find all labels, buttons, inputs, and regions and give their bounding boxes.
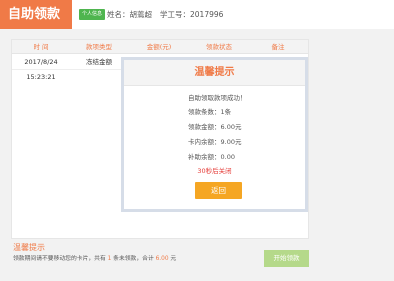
card-balance-line: 卡内余额：9.00元	[188, 138, 242, 146]
return-button[interactable]: 返回	[195, 182, 242, 199]
column-header-time: 时 间	[33, 43, 49, 51]
top-bar: 自助领款 个人信息 姓名：胡蔫超 学工号：2017996	[0, 0, 394, 29]
personal-info-badge[interactable]: 个人信息	[79, 9, 106, 20]
tip-text-mid: 条未领款，合计	[113, 256, 154, 262]
amount-line: 领款金额：6.00元	[188, 123, 242, 131]
column-header-type: 款项类型	[86, 43, 112, 51]
count-line: 领款条数：1条	[188, 108, 232, 116]
app-title: 自助领款	[0, 0, 72, 29]
footer-tip-title: 温馨提示	[13, 243, 45, 252]
tip-count: 1	[107, 256, 112, 262]
tip-amount: 6.00	[155, 256, 169, 262]
footer-tip-text: 领款期间请不要移动您的卡片，共有 1 条未领款，合计 6.00 元	[13, 255, 176, 263]
user-name-label: 姓名：胡蔫超	[107, 10, 152, 19]
tip-unit: 元	[170, 256, 177, 262]
staff-id-label: 学工号：2017996	[160, 10, 224, 19]
cell-type: 冻结金额	[86, 58, 112, 66]
tip-text-pre: 领款期间请不要移动您的卡片，共有	[13, 256, 106, 262]
countdown-text: 30秒后关闭	[197, 167, 232, 175]
column-header-remark: 备注	[271, 43, 285, 51]
column-header-amount: 金额(元)	[146, 43, 172, 51]
success-message: 自助领取款项成功！	[188, 94, 247, 102]
dialog-title: 温馨提示	[124, 60, 305, 86]
supplement-balance-line: 补助余额：0.00	[188, 153, 235, 161]
column-header-status: 领款状态	[206, 43, 232, 51]
notice-dialog: 温馨提示 自助领取款项成功！ 领款条数：1条 领款金额：6.00元 卡内余额：9…	[121, 57, 308, 212]
table-header: 时 间 款项类型 金额(元) 领款状态 备注	[12, 40, 308, 54]
cell-time: 2017/8/24 15:23:21	[24, 58, 58, 81]
start-payment-button[interactable]: 开始领款	[264, 250, 309, 267]
